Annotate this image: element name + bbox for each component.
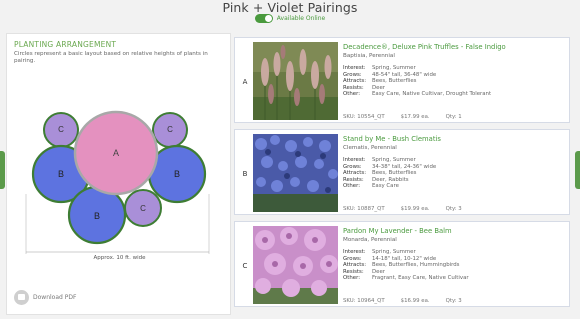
plant-card-a[interactable]: A Decadence®, Deluxe Pink Truffles - Fal… <box>234 37 570 123</box>
quantity: Qty: 3 <box>445 298 462 304</box>
attr-label: Interest: <box>343 249 366 255</box>
plant-card-c[interactable]: C Pardon My Lavender - Bee Balm Monarda,… <box>234 221 570 307</box>
attr-label: Grows: <box>343 255 362 262</box>
circle-b-label: B <box>174 169 180 179</box>
attr-other: Other: Fragrant, Easy Care, Native Cultiv… <box>343 275 563 282</box>
attr-value: Easy Care <box>372 183 399 190</box>
circle-b-label: B <box>94 211 100 221</box>
attr-resists: Resists: Deer <box>343 269 563 276</box>
circle-c-label: C <box>140 204 146 213</box>
attr-value: Spring, Summer <box>372 65 416 71</box>
attr-value: Spring, Summer <box>372 157 416 163</box>
plant-letter: C <box>242 262 248 270</box>
bee-balm-photo <box>253 226 338 304</box>
circle-a-label: A <box>113 148 119 158</box>
attr-interest: Interest: Spring, Summer <box>343 65 563 72</box>
attr-attracts: Attracts: Bees, Butterflies, Hummingbirds <box>343 262 563 269</box>
plant-image-bush-clematis[interactable] <box>253 134 338 212</box>
bush-clematis-photo <box>253 134 338 212</box>
width-label: Approx. 10 ft. wide <box>93 255 146 261</box>
attr-value: Fragrant, Easy Care, Native Cultivar <box>372 275 469 282</box>
plant-name-link[interactable]: Stand by Me - Bush Clematis <box>343 135 563 144</box>
pdf-download-icon[interactable] <box>14 290 29 305</box>
plant-name-link[interactable]: Pardon My Lavender - Bee Balm <box>343 227 563 236</box>
download-pdf-label[interactable]: Download PDF <box>33 294 76 301</box>
attr-label: Grows: <box>343 71 362 78</box>
attr-label: Resists: <box>343 84 364 91</box>
attr-value: Bees, Butterflies, Hummingbirds <box>372 262 460 269</box>
attr-attracts: Attracts: Bees, Butterflies <box>343 170 563 177</box>
price: $16.99 ea. <box>400 298 430 304</box>
plant-image-bee-balm[interactable] <box>253 226 338 304</box>
attr-value: Bees, Butterflies <box>372 170 417 177</box>
attr-label: Resists: <box>343 268 364 275</box>
plant-meta-row: SKU: 10887_QT $19.99 ea. Qty: 3 <box>343 206 478 212</box>
attr-value: 48-54" tall, 36-48" wide <box>372 71 437 78</box>
plant-image-false-indigo[interactable] <box>253 42 338 120</box>
plant-latin-name: Monarda, Perennial <box>343 237 397 243</box>
available-online-toggle[interactable] <box>254 14 273 23</box>
attr-value: Easy Care, Native Cultivar, Drought Tole… <box>372 91 492 98</box>
attr-label: Other: <box>343 275 361 282</box>
attr-other: Other: Easy Care, Native Cultivar, Drough… <box>343 91 563 98</box>
attr-grows: Grows: 48-54" tall, 36-48" wide <box>343 72 563 79</box>
availability-toggle-row[interactable]: Available Online <box>0 14 580 23</box>
attr-attracts: Attracts: Bees, Butterflies <box>343 78 563 85</box>
plant-letter: B <box>242 170 248 178</box>
attr-grows: Grows: 34-38" tall, 24-36" wide <box>343 164 563 171</box>
available-online-label: Available Online <box>276 15 326 22</box>
sku: SKU: 10887_QT <box>343 206 385 212</box>
attr-label: Attracts: <box>343 170 367 177</box>
quantity: Qty: 3 <box>445 206 462 212</box>
attr-resists: Resists: Deer, Rabbits <box>343 177 563 184</box>
price: $17.99 ea. <box>400 114 430 120</box>
false-indigo-photo <box>253 42 338 120</box>
price: $19.99 ea. <box>400 206 430 212</box>
attr-label: Grows: <box>343 163 362 170</box>
attr-other: Other: Easy Care <box>343 183 563 190</box>
planting-layout-diagram: C C C B B B A <box>25 110 210 254</box>
attr-label: Resists: <box>343 176 364 183</box>
attr-label: Attracts: <box>343 262 367 269</box>
attr-interest: Interest: Spring, Summer <box>343 249 563 256</box>
circle-b-label: B <box>58 169 64 179</box>
attr-label: Other: <box>343 183 361 190</box>
plant-meta-row: SKU: 10964_QT $16.99 ea. Qty: 3 <box>343 298 478 304</box>
attr-value: Bees, Butterflies <box>372 78 417 85</box>
attr-value: 34-38" tall, 24-36" wide <box>372 163 437 170</box>
attr-value: Deer, Rabbits <box>372 176 409 183</box>
circle-c-label: C <box>58 125 64 134</box>
attr-value: 14-18" tall, 10-12" wide <box>372 255 437 262</box>
page-title: Pink + Violet Pairings <box>222 0 358 15</box>
plant-latin-name: Clematis, Perennial <box>343 145 397 151</box>
attr-interest: Interest: Spring, Summer <box>343 157 563 164</box>
attr-label: Interest: <box>343 65 366 71</box>
plant-name-link[interactable]: Decadence®, Deluxe Pink Truffles - False… <box>343 43 563 52</box>
attr-label: Attracts: <box>343 78 367 85</box>
next-arrow-tab[interactable] <box>575 151 580 189</box>
sku: SKU: 10964_QT <box>343 298 385 304</box>
plant-meta-row: SKU: 10554_QT $17.99 ea. Qty: 1 <box>343 114 478 120</box>
attr-label: Interest: <box>343 157 366 163</box>
attr-label: Other: <box>343 91 361 98</box>
previous-arrow-tab[interactable] <box>0 151 5 189</box>
plant-card-b[interactable]: B Stand by Me - Bush Clematis Clematis, … <box>234 129 570 215</box>
attr-resists: Resists: Deer <box>343 85 563 92</box>
download-pdf-button[interactable]: Download PDF <box>14 290 76 305</box>
attr-value: Deer <box>372 268 386 275</box>
sku: SKU: 10554_QT <box>343 114 385 120</box>
quantity: Qty: 1 <box>445 114 462 120</box>
attr-value: Spring, Summer <box>372 249 416 255</box>
planting-arrangement-panel: PLANTING ARRANGEMENT Circles represent a… <box>6 33 231 315</box>
circle-c-label: C <box>167 125 173 134</box>
plant-latin-name: Baptisia, Perennial <box>343 53 395 59</box>
attr-grows: Grows: 14-18" tall, 10-12" wide <box>343 256 563 263</box>
attr-value: Deer <box>372 84 386 91</box>
plant-letter: A <box>242 78 248 86</box>
